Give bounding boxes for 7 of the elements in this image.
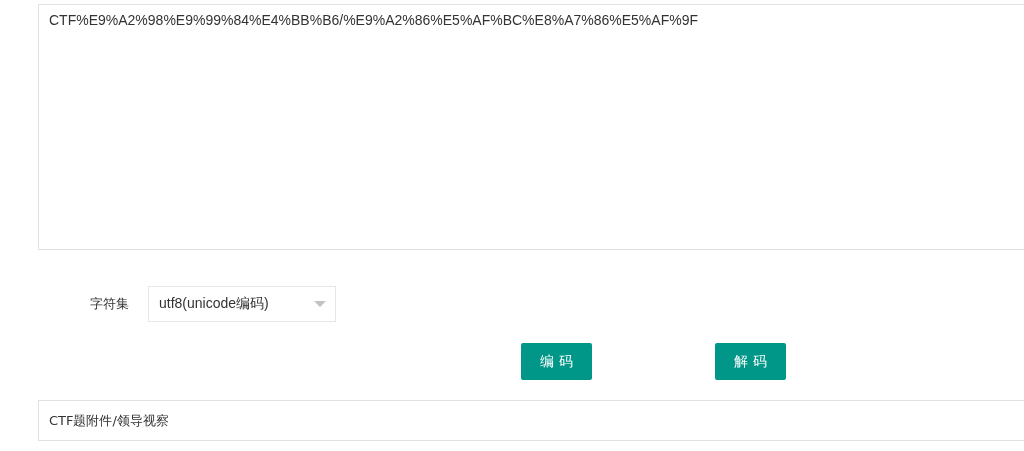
decode-button[interactable]: 解 码 bbox=[715, 343, 786, 380]
encode-button[interactable]: 编 码 bbox=[521, 343, 592, 380]
input-textarea[interactable]: CTF%E9%A2%98%E9%99%84%E4%BB%B6/%E9%A2%86%E5%AF%BC%E8%A7%86%E5%AF%9F bbox=[38, 4, 1024, 250]
output-field[interactable]: CTF题附件/领导视察 bbox=[38, 400, 1024, 441]
charset-select[interactable]: utf8(unicode编码) bbox=[148, 286, 336, 322]
charset-label: 字符集 bbox=[90, 295, 130, 313]
caret-icon bbox=[314, 301, 326, 307]
